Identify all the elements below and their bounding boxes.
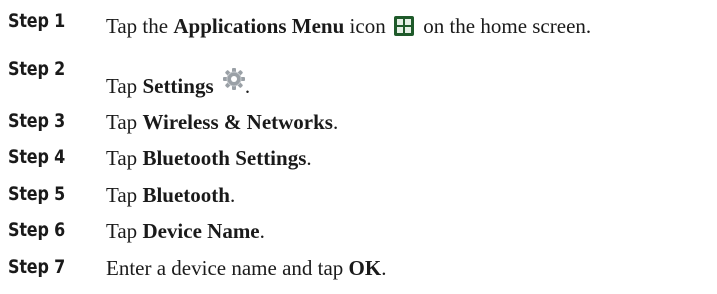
step-6: Step 6 Tap Device Name. bbox=[8, 219, 708, 249]
settings-gear-icon bbox=[222, 68, 245, 90]
step-text-pre: Enter a device name and tap bbox=[106, 256, 349, 280]
step-text: Tap Settings . bbox=[106, 68, 250, 99]
step-text-bold: Applications Menu bbox=[173, 14, 345, 38]
step-label: Step 3 bbox=[8, 110, 66, 132]
step-text-post: . bbox=[332, 110, 339, 134]
step-text-pre: Tap bbox=[106, 146, 143, 170]
step-text-pre: Tap the bbox=[106, 14, 174, 38]
step-text-pre: Tap bbox=[106, 183, 143, 207]
step-label: Step 7 bbox=[8, 256, 66, 278]
step-text-bold: Bluetooth bbox=[142, 183, 230, 207]
step-text-pre: Tap bbox=[106, 74, 143, 98]
step-text-pre: Tap bbox=[106, 219, 143, 243]
step-text-post: . bbox=[259, 219, 265, 243]
step-2: Step 2 Tap Settings . bbox=[8, 58, 708, 98]
step-1: Step 1 Tap the Applications Menu icon on… bbox=[8, 10, 708, 40]
step-text: Tap the Applications Menu icon on the ho… bbox=[106, 14, 591, 39]
step-label: Step 1 bbox=[8, 10, 66, 32]
step-7: Step 7 Enter a device name and tap OK. bbox=[8, 256, 708, 286]
step-text: Tap Wireless & Networks. bbox=[106, 110, 338, 135]
step-text-bold: Device Name bbox=[142, 219, 260, 243]
step-text-bold: OK bbox=[348, 256, 382, 280]
step-label: Step 4 bbox=[8, 146, 66, 168]
step-text-pre: Tap bbox=[106, 110, 143, 134]
step-text-bold: Wireless & Networks bbox=[142, 110, 333, 134]
step-text: Tap Bluetooth. bbox=[106, 183, 235, 208]
applications-menu-icon bbox=[393, 16, 414, 36]
step-3: Step 3 Tap Wireless & Networks. bbox=[8, 110, 708, 140]
step-label: Step 6 bbox=[8, 219, 66, 241]
step-text-bold: Bluetooth Settings bbox=[142, 146, 307, 170]
step-text-post: . bbox=[306, 146, 312, 170]
step-text-post: . bbox=[381, 256, 387, 280]
step-text: Enter a device name and tap OK. bbox=[106, 256, 386, 281]
step-4: Step 4 Tap Bluetooth Settings. bbox=[8, 146, 708, 176]
step-text-post: . bbox=[229, 183, 236, 207]
step-label: Step 2 bbox=[8, 58, 66, 80]
step-text: Tap Device Name. bbox=[106, 219, 265, 244]
step-text-post: . bbox=[244, 74, 251, 98]
step-text: Tap Bluetooth Settings. bbox=[106, 146, 312, 171]
step-text-bold: Settings bbox=[142, 74, 214, 98]
step-text-post2: on the home screen. bbox=[417, 14, 592, 38]
step-text-post: icon bbox=[344, 14, 386, 38]
step-5: Step 5 Tap Bluetooth. bbox=[8, 183, 708, 213]
step-label: Step 5 bbox=[8, 183, 66, 205]
